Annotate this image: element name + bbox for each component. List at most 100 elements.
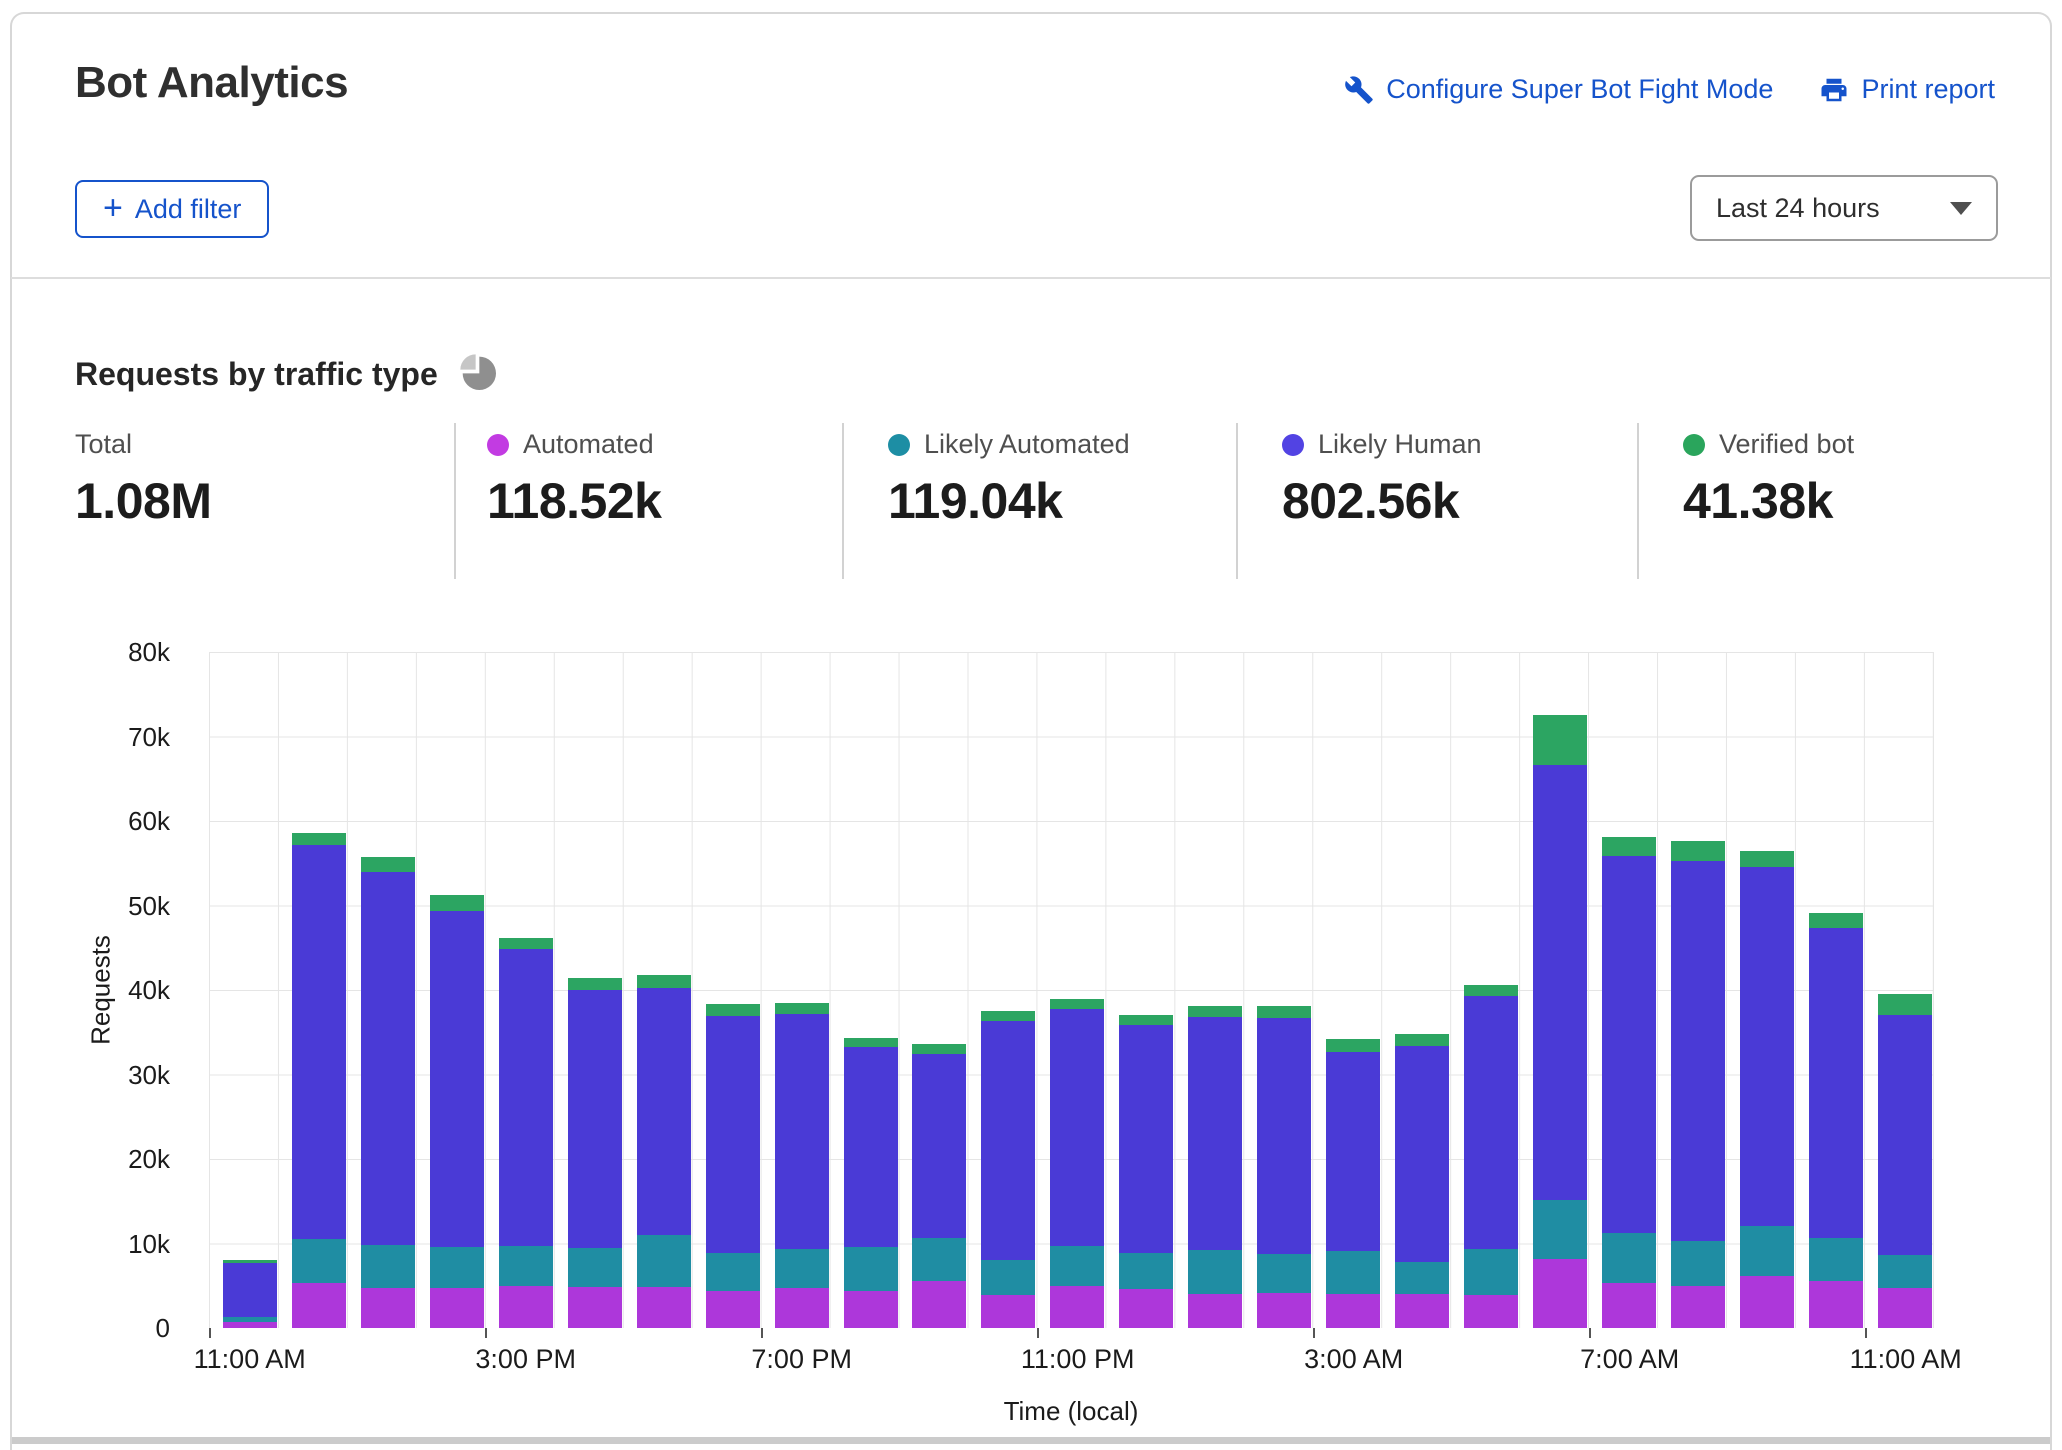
y-tick-label: 30k [90,1060,170,1091]
header-links: Configure Super Bot Fight Mode Print rep… [1344,74,1995,105]
x-tick-label: 3:00 AM [1304,1344,1403,1375]
stacked-bar[interactable] [1395,1034,1449,1328]
segment-verified-bot [1740,851,1794,867]
legend-dot [487,434,509,456]
bar-slot [416,652,485,1328]
segment-automated [912,1281,966,1328]
segment-likely-automated [775,1249,829,1288]
segment-likely-automated [1188,1250,1242,1294]
configure-link-label: Configure Super Bot Fight Mode [1386,74,1773,105]
chevron-down-icon [1950,202,1972,215]
traffic-type-stats: Total1.08MAutomated118.52kLikely Automat… [0,423,2062,579]
add-filter-button[interactable]: + Add filter [75,180,269,238]
stacked-bar[interactable] [430,895,484,1328]
stat-divider [1236,423,1238,579]
stacked-bar[interactable] [1602,837,1656,1328]
segment-likely-human [912,1054,966,1237]
print-report-link[interactable]: Print report [1819,74,1995,105]
bars-container [209,652,1933,1328]
bar-slot [1381,652,1450,1328]
segment-likely-automated [637,1235,691,1287]
time-range-value: Last 24 hours [1716,193,1880,224]
segment-likely-automated [912,1238,966,1281]
stacked-bar[interactable] [223,1260,277,1328]
segment-automated [1533,1259,1587,1328]
stacked-bar[interactable] [1119,1015,1173,1328]
segment-automated [568,1287,622,1328]
stacked-bar[interactable] [706,1004,760,1328]
bar-slot [209,652,278,1328]
segment-likely-human [1257,1018,1311,1254]
segment-likely-automated [1533,1200,1587,1258]
segment-likely-human [1050,1009,1104,1246]
x-tick-mark [485,1328,487,1338]
segment-automated [1326,1294,1380,1328]
segment-likely-automated [361,1245,415,1288]
segment-automated [1188,1294,1242,1328]
configure-super-bot-fight-mode-link[interactable]: Configure Super Bot Fight Mode [1344,74,1773,105]
bar-slot [1588,652,1657,1328]
stacked-bar[interactable] [568,978,622,1328]
bar-slot [347,652,416,1328]
stacked-bar[interactable] [1740,851,1794,1328]
stacked-bar[interactable] [912,1044,966,1328]
segment-automated [499,1286,553,1328]
stacked-bar[interactable] [1050,999,1104,1328]
segment-verified-bot [499,938,553,950]
segment-automated [292,1283,346,1328]
time-range-select[interactable]: Last 24 hours [1690,175,1998,241]
stacked-bar[interactable] [1533,715,1587,1328]
stacked-bar[interactable] [1464,985,1518,1328]
segment-automated [706,1291,760,1328]
segment-automated [1050,1286,1104,1328]
stacked-bar[interactable] [775,1003,829,1328]
x-tick-label: 11:00 PM [1021,1344,1135,1375]
stat-value: 1.08M [75,472,211,530]
stat-verified-bot: Verified bot41.38k [1683,429,1854,530]
segment-likely-automated [292,1239,346,1283]
x-tick-mark [761,1328,763,1338]
segment-likely-automated [430,1247,484,1288]
segment-likely-human [223,1263,277,1317]
segment-likely-automated [1671,1241,1725,1286]
stacked-bar[interactable] [1809,913,1863,1328]
bar-slot [1657,652,1726,1328]
segment-likely-automated [1119,1253,1173,1289]
segment-automated [1878,1288,1932,1328]
stat-automated: Automated118.52k [487,429,661,530]
x-tick-mark [1589,1328,1591,1338]
stacked-bar[interactable] [1671,841,1725,1328]
segment-verified-bot [1257,1006,1311,1018]
segment-verified-bot [1119,1015,1173,1025]
stacked-bar[interactable] [981,1011,1035,1328]
stacked-bar[interactable] [361,857,415,1328]
stacked-bar[interactable] [1188,1006,1242,1328]
bot-analytics-page: Bot Analytics Configure Super Bot Fight … [0,0,2062,1450]
segment-likely-human [775,1014,829,1250]
bar-slot [1312,652,1381,1328]
stacked-bar[interactable] [1326,1039,1380,1328]
segment-verified-bot [1602,837,1656,856]
y-tick-label: 50k [90,891,170,922]
bar-slot [1450,652,1519,1328]
stacked-bar[interactable] [637,975,691,1328]
segment-likely-automated [1050,1246,1104,1286]
stat-value: 119.04k [888,472,1130,530]
bar-slot [967,652,1036,1328]
segment-likely-human [1119,1025,1173,1253]
segment-likely-automated [1878,1255,1932,1289]
bar-slot [692,652,761,1328]
bar-slot [623,652,692,1328]
section-title: Requests by traffic type [75,356,438,393]
requests-chart: Requests Time (local) 010k20k30k40k50k60… [0,600,2062,1450]
stacked-bar[interactable] [499,938,553,1328]
stacked-bar[interactable] [844,1038,898,1328]
stat-label: Verified bot [1719,429,1854,460]
segment-automated [844,1291,898,1328]
segment-automated [1740,1276,1794,1328]
bar-slot [485,652,554,1328]
stacked-bar[interactable] [292,833,346,1328]
stacked-bar[interactable] [1257,1006,1311,1328]
segment-automated [775,1288,829,1328]
stacked-bar[interactable] [1878,994,1932,1328]
